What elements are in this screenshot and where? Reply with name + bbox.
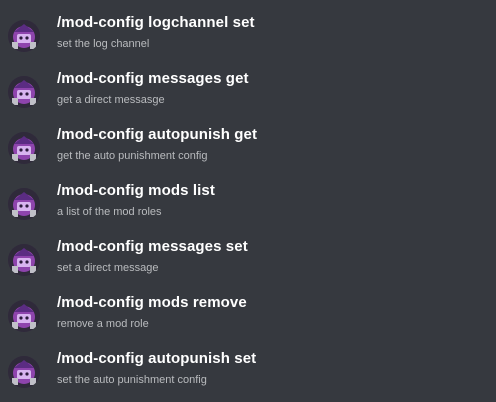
command-description: set the log channel — [57, 38, 150, 50]
command-description: remove a mod role — [57, 318, 149, 330]
command-name: /mod-config mods list — [57, 182, 215, 199]
bot-avatar-icon — [8, 188, 40, 220]
command-option-messages-set[interactable]: /mod-config messages set set a direct me… — [0, 232, 496, 288]
command-name: /mod-config logchannel set — [57, 14, 255, 31]
command-description: get the auto punishment config — [57, 150, 208, 162]
command-name: /mod-config autopunish get — [57, 126, 258, 143]
command-name: /mod-config mods remove — [57, 294, 247, 311]
command-autocomplete-panel: /mod-config logchannel set set the log c… — [0, 0, 496, 402]
bot-avatar-icon — [8, 300, 40, 332]
bot-avatar-icon — [8, 76, 40, 108]
command-option-logchannel-set[interactable]: /mod-config logchannel set set the log c… — [0, 8, 496, 64]
bot-avatar-icon — [8, 244, 40, 276]
command-list: /mod-config logchannel set set the log c… — [0, 8, 496, 400]
command-description: a list of the mod roles — [57, 206, 162, 218]
command-name: /mod-config messages get — [57, 70, 249, 87]
command-name: /mod-config autopunish set — [57, 350, 257, 367]
command-name: /mod-config messages set — [57, 238, 248, 255]
command-option-mods-remove[interactable]: /mod-config mods remove remove a mod rol… — [0, 288, 496, 344]
command-description: get a direct messasge — [57, 94, 165, 106]
bot-avatar-icon — [8, 20, 40, 52]
command-option-mods-list[interactable]: /mod-config mods list a list of the mod … — [0, 176, 496, 232]
bot-avatar-icon — [8, 356, 40, 388]
command-option-autopunish-set[interactable]: /mod-config autopunish set set the auto … — [0, 344, 496, 400]
command-option-messages-get[interactable]: /mod-config messages get get a direct me… — [0, 64, 496, 120]
bot-avatar-icon — [8, 132, 40, 164]
command-option-autopunish-get[interactable]: /mod-config autopunish get get the auto … — [0, 120, 496, 176]
command-description: set the auto punishment config — [57, 374, 207, 386]
command-description: set a direct message — [57, 262, 159, 274]
